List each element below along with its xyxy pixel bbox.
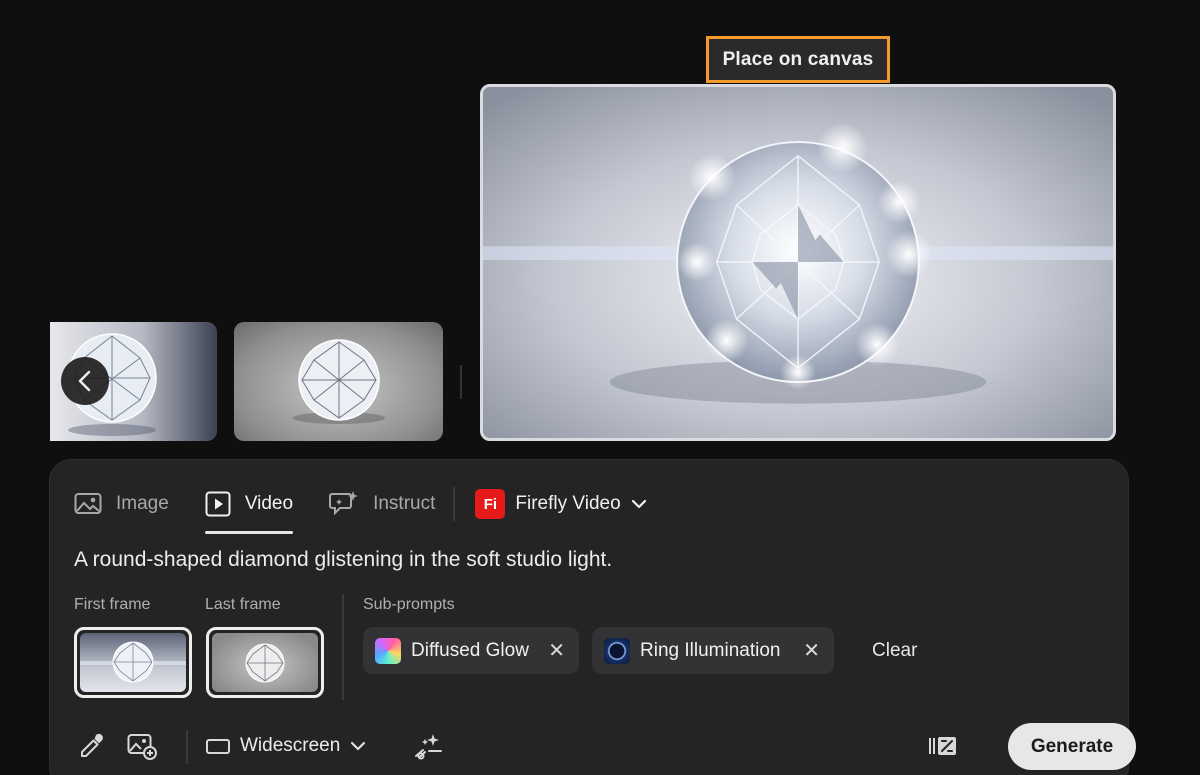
chevron-left-icon xyxy=(78,370,91,392)
sub-prompt-chip[interactable]: Ring Illumination ✕ xyxy=(592,627,834,674)
diamond-thumbnail-image xyxy=(293,339,385,424)
sub-prompts-label: Sub-prompts xyxy=(363,596,455,613)
tab-image[interactable]: Image xyxy=(74,484,169,524)
last-frame-slot[interactable] xyxy=(206,627,324,698)
tabs-divider xyxy=(453,487,456,521)
bottom-toolbar: Widescreen Generate xyxy=(74,722,1136,770)
sparkle-chat-icon xyxy=(329,491,359,516)
firefly-logo: Fi xyxy=(475,489,506,519)
last-frame-image xyxy=(245,643,285,683)
frames-divider xyxy=(342,594,344,700)
first-frame-label: First frame xyxy=(74,596,151,613)
tab-label: Video xyxy=(244,493,294,514)
tab-instruct[interactable]: Instruct xyxy=(329,484,435,524)
image-icon xyxy=(74,493,102,514)
close-icon[interactable]: ✕ xyxy=(803,638,820,663)
thumbnail-divider xyxy=(460,365,462,399)
close-icon[interactable]: ✕ xyxy=(548,638,565,663)
thumbnail-2[interactable] xyxy=(234,322,443,441)
aspect-ratio-label: Widescreen xyxy=(240,735,341,756)
motion-sparkle-icon xyxy=(415,734,442,760)
chevron-down-icon xyxy=(631,499,646,509)
previous-button[interactable] xyxy=(61,357,109,405)
diffused-glow-swatch xyxy=(375,637,401,664)
eyedropper-button[interactable] xyxy=(76,730,108,762)
first-frame-image xyxy=(80,641,186,683)
ring-illumination-swatch xyxy=(604,637,630,664)
toolbar-divider xyxy=(186,730,188,764)
place-on-canvas-button[interactable]: Place on canvas xyxy=(706,36,890,83)
compare-button[interactable] xyxy=(926,730,960,762)
mode-tabs: Image Video Instruct Fi Firefly Video xyxy=(74,484,647,534)
prompt-panel: Image Video Instruct Fi Firefly Video A … xyxy=(49,459,1136,775)
eyedropper-icon xyxy=(81,733,103,757)
image-add-icon xyxy=(127,734,157,760)
play-icon xyxy=(205,491,231,517)
tab-label: Image xyxy=(116,493,169,514)
clear-button[interactable]: Clear xyxy=(872,640,917,662)
generate-button[interactable]: Generate xyxy=(1008,723,1136,770)
aspect-ratio-selector[interactable]: Widescreen xyxy=(206,730,366,762)
main-preview[interactable] xyxy=(480,84,1116,441)
chevron-down-icon xyxy=(351,741,366,751)
last-frame-label: Last frame xyxy=(205,596,281,613)
model-selector[interactable]: Fi Firefly Video xyxy=(475,489,646,519)
camera-motion-button[interactable] xyxy=(412,730,444,762)
prompt-input[interactable]: A round-shaped diamond glistening in the… xyxy=(74,548,612,572)
chip-label: Ring Illumination xyxy=(640,639,781,661)
diamond-preview-image xyxy=(483,87,1113,438)
model-name: Firefly Video xyxy=(515,493,621,514)
aspect-ratio-icon xyxy=(206,738,230,754)
chip-label: Diffused Glow xyxy=(411,639,529,661)
tab-video[interactable]: Video xyxy=(204,484,294,534)
compare-icon xyxy=(929,737,956,755)
tab-label: Instruct xyxy=(373,493,436,514)
add-image-button[interactable] xyxy=(126,730,158,762)
sub-prompt-chip[interactable]: Diffused Glow ✕ xyxy=(363,627,579,674)
first-frame-slot[interactable] xyxy=(74,627,192,698)
